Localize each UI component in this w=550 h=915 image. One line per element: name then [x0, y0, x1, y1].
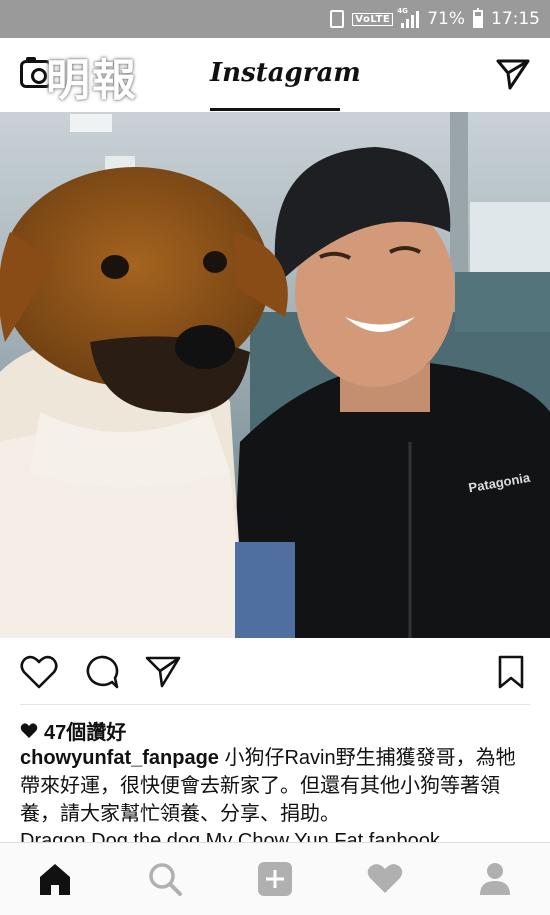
- bottom-nav: [0, 842, 550, 915]
- vibrate-icon: [330, 10, 345, 28]
- heart-filled-icon: [20, 722, 38, 738]
- direct-message-icon[interactable]: [496, 58, 530, 90]
- post-actions: [0, 638, 550, 704]
- profile-icon[interactable]: [476, 861, 514, 897]
- app-header: 明報 Instagram: [0, 38, 550, 113]
- post-caption: chowyunfat_fanpage 小狗仔Ravin野生捕獲發哥，為牠帶來好運…: [20, 744, 532, 828]
- share-icon[interactable]: [144, 654, 182, 690]
- watermark-logo: 明報: [46, 55, 138, 106]
- volte-badge: VoLTE: [352, 12, 394, 26]
- bookmark-icon[interactable]: [492, 654, 530, 690]
- home-icon[interactable]: [36, 861, 74, 897]
- post-photo[interactable]: Patagonia: [0, 112, 550, 638]
- likes-label: 47個讚好: [44, 722, 127, 744]
- divider: [20, 704, 530, 705]
- activity-icon[interactable]: [366, 861, 404, 897]
- search-icon[interactable]: [146, 861, 184, 897]
- add-icon[interactable]: [256, 861, 294, 897]
- signal-icon: 4G: [397, 7, 420, 28]
- clock: 17:15: [491, 9, 540, 29]
- title-underline: [210, 108, 340, 111]
- comment-icon[interactable]: [82, 654, 120, 690]
- network-type-label: 4G: [397, 7, 408, 15]
- app-title: Instagram: [210, 58, 361, 88]
- battery-icon: [473, 8, 483, 28]
- caption-username[interactable]: chowyunfat_fanpage: [20, 747, 219, 769]
- heart-icon[interactable]: [20, 654, 58, 690]
- likes-count[interactable]: 47個讚好: [20, 716, 126, 745]
- status-bar: VoLTE 4G 71% 17:15: [0, 0, 550, 38]
- battery-percent: 71%: [427, 9, 465, 29]
- photo-illustration: Patagonia: [0, 112, 550, 638]
